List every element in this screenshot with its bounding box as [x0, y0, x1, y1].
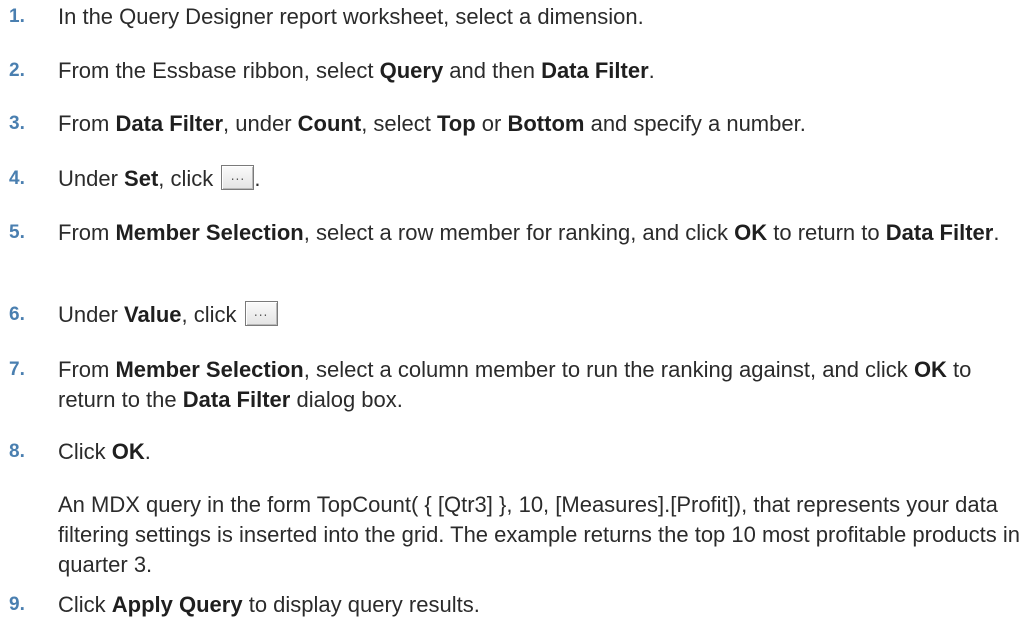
- step-text: From Member Selection, select a column m…: [58, 355, 1026, 415]
- ui-term: OK: [734, 220, 768, 245]
- step-text-part: .: [144, 439, 151, 464]
- step-text-part: and specify a number.: [584, 111, 806, 136]
- step-text-part: dialog box.: [290, 387, 403, 412]
- ui-term: Member Selection: [115, 357, 304, 382]
- step-text-part: , select a row member for ranking, and c…: [303, 220, 735, 245]
- step-text-part: or: [475, 111, 508, 136]
- step-text-part: to return to: [767, 220, 886, 245]
- step-text-part: , select: [361, 111, 437, 136]
- step-text-part: From the Essbase ribbon, select: [58, 58, 380, 83]
- ui-term: Count: [297, 111, 362, 136]
- step-number: 6.: [9, 304, 25, 325]
- ui-term: Query: [379, 58, 444, 83]
- step-text: In the Query Designer report worksheet, …: [58, 2, 1026, 32]
- ui-term: Value: [124, 302, 182, 327]
- ui-term: Set: [124, 166, 159, 191]
- step-text-part: Click: [58, 592, 112, 617]
- step-text-part: , under: [223, 111, 298, 136]
- step-text-part: .: [648, 58, 655, 83]
- step-number: 5.: [9, 222, 25, 243]
- ui-term: Apply Query: [111, 592, 243, 617]
- step-text-part: From: [58, 357, 116, 382]
- step-number: 1.: [9, 6, 25, 27]
- step-number: 3.: [9, 113, 25, 134]
- ellipsis-glyph: ...: [230, 169, 246, 183]
- step-note: An MDX query in the form TopCount( { [Qt…: [58, 492, 1020, 577]
- ellipsis-button-icon: ...: [221, 165, 255, 190]
- step-text-part: Under: [58, 302, 125, 327]
- step-number: 9.: [9, 594, 25, 615]
- step-text-part: , click: [181, 302, 237, 327]
- step-number: 2.: [9, 60, 25, 81]
- step-text: From the Essbase ribbon, select Query an…: [58, 56, 1026, 86]
- ui-term: Bottom: [507, 111, 585, 136]
- step-text-part: In the Query Designer report worksheet, …: [58, 4, 644, 29]
- step-text-part: From: [58, 111, 116, 136]
- ellipsis-button-icon: ...: [244, 301, 278, 326]
- step-text: Click OK.: [58, 437, 1026, 467]
- step-text-part: Click: [58, 439, 112, 464]
- step-text-part: Under: [58, 166, 125, 191]
- ellipsis-glyph: ...: [253, 305, 269, 319]
- step-text-part: From: [58, 220, 116, 245]
- step-number: 8.: [9, 441, 25, 462]
- step-text: Click Apply Query to display query resul…: [58, 590, 1026, 620]
- step-number: 7.: [9, 359, 25, 380]
- step-text: Under Set, click ....: [58, 164, 1026, 194]
- ui-term: Data Filter: [541, 58, 649, 83]
- step-text-part: , click: [158, 166, 214, 191]
- step-text: Under Value, click ...: [58, 300, 1026, 330]
- step-text-part: to display query results.: [242, 592, 480, 617]
- ui-term: Data Filter: [182, 387, 291, 412]
- step-text: From Member Selection, select a row memb…: [58, 218, 1026, 248]
- ui-term: Top: [437, 111, 476, 136]
- step-text: From Data Filter, under Count, select To…: [58, 109, 1026, 139]
- ui-term: Member Selection: [115, 220, 304, 245]
- ui-term: OK: [111, 439, 145, 464]
- step-text-part: and then: [443, 58, 542, 83]
- ui-term: Data Filter: [115, 111, 224, 136]
- step-text-part: .: [993, 220, 1000, 245]
- ui-term: Data Filter: [885, 220, 994, 245]
- ui-term: OK: [913, 357, 947, 382]
- step-number: 4.: [9, 168, 25, 189]
- step-text-part: , select a column member to run the rank…: [303, 357, 914, 382]
- step-text-part: .: [254, 166, 261, 191]
